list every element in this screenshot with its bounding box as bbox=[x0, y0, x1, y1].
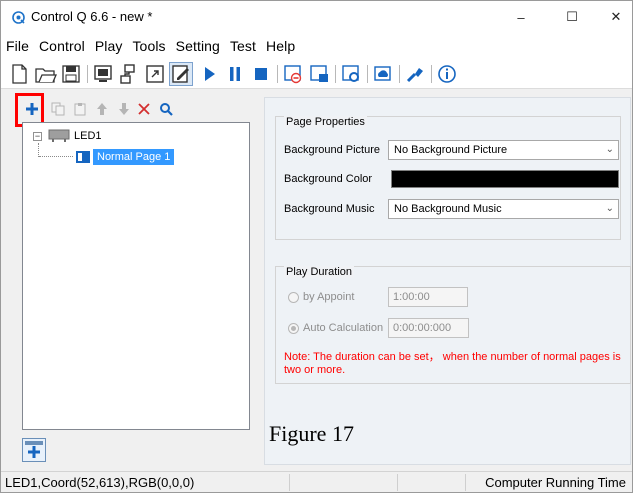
menu-control[interactable]: Control bbox=[39, 38, 85, 54]
auto-calculation-radio[interactable]: Auto Calculation bbox=[288, 318, 383, 338]
open-folder-icon[interactable] bbox=[33, 62, 57, 86]
window-title: Control Q 6.6 - new * bbox=[31, 9, 153, 24]
bg-music-select[interactable]: No Background Music ⌄ bbox=[388, 199, 619, 219]
menu-tools[interactable]: Tools bbox=[132, 38, 165, 54]
toolbar-separator bbox=[367, 65, 368, 83]
status-bar: LED1,Coord(52,613),RGB(0,0,0) Computer R… bbox=[1, 471, 632, 492]
tree-connector bbox=[38, 143, 39, 157]
app-logo-icon bbox=[12, 11, 25, 24]
sync-program-icon[interactable] bbox=[307, 62, 331, 86]
new-file-icon[interactable] bbox=[7, 62, 31, 86]
page-properties-group: Page Properties Background Picture No Ba… bbox=[275, 116, 621, 240]
broom-icon[interactable] bbox=[403, 62, 427, 86]
search-icon[interactable] bbox=[157, 100, 175, 118]
select-value: No Background Music bbox=[394, 203, 502, 215]
network-icon[interactable] bbox=[117, 62, 141, 86]
main-toolbar bbox=[1, 59, 632, 89]
menu-help[interactable]: Help bbox=[266, 38, 295, 54]
paste-icon[interactable] bbox=[71, 100, 89, 118]
tree-item-normal-page[interactable]: Normal Page 1 bbox=[75, 148, 175, 166]
toolbar-separator bbox=[399, 65, 400, 83]
move-up-icon[interactable] bbox=[93, 100, 111, 118]
properties-panel: Page Properties Background Picture No Ba… bbox=[264, 97, 631, 465]
by-appoint-radio[interactable]: by Appoint bbox=[288, 287, 354, 307]
fullscreen-icon[interactable] bbox=[143, 62, 167, 86]
status-coordinates: LED1,Coord(52,613),RGB(0,0,0) bbox=[5, 475, 195, 490]
info-icon[interactable] bbox=[435, 62, 459, 86]
move-down-icon[interactable] bbox=[115, 100, 133, 118]
title-bar: Control Q 6.6 - new * – ☐ ✕ bbox=[1, 1, 632, 33]
minimize-button[interactable]: – bbox=[501, 5, 541, 29]
bg-color-swatch[interactable] bbox=[391, 170, 619, 188]
toolbar-separator bbox=[277, 65, 278, 83]
copy-icon[interactable] bbox=[49, 100, 67, 118]
chevron-down-icon: ⌄ bbox=[605, 203, 614, 214]
close-button[interactable]: ✕ bbox=[600, 5, 632, 29]
delete-icon[interactable] bbox=[135, 100, 153, 118]
page-toolbar bbox=[15, 97, 245, 121]
duration-note: Note: The duration can be set， when the … bbox=[284, 351, 621, 376]
add-page-button[interactable] bbox=[22, 438, 46, 462]
select-value: No Background Picture bbox=[394, 144, 508, 156]
toolbar-separator bbox=[87, 65, 88, 83]
status-divider bbox=[465, 474, 466, 491]
bg-music-row: Background Music bbox=[284, 198, 396, 220]
menu-play[interactable]: Play bbox=[95, 38, 123, 54]
play-icon[interactable] bbox=[197, 62, 221, 86]
pause-icon[interactable] bbox=[223, 62, 247, 86]
bg-picture-row: Background Picture bbox=[284, 139, 396, 161]
app-window: Control Q 6.6 - new * – ☐ ✕ File Control… bbox=[0, 0, 633, 493]
figure-caption: Figure 17 bbox=[269, 421, 354, 446]
page-icon bbox=[75, 150, 91, 164]
toolbar-separator bbox=[335, 65, 336, 83]
group-title: Page Properties bbox=[284, 116, 367, 128]
field-label: Background Picture bbox=[284, 144, 380, 156]
tree-item-led1[interactable]: − LED1 bbox=[33, 128, 102, 144]
cloud-icon[interactable] bbox=[371, 62, 395, 86]
radio-button[interactable] bbox=[288, 291, 299, 303]
field-label: Background Music bbox=[284, 203, 375, 215]
tree-connector bbox=[39, 156, 73, 157]
radio-label: by Appoint bbox=[303, 291, 355, 303]
menu-setting[interactable]: Setting bbox=[176, 38, 220, 54]
menu-test[interactable]: Test bbox=[230, 38, 256, 54]
menu-file[interactable]: File bbox=[6, 38, 29, 54]
edit-icon[interactable] bbox=[169, 62, 193, 86]
chevron-down-icon: ⌄ bbox=[605, 144, 614, 155]
bg-picture-select[interactable]: No Background Picture ⌄ bbox=[388, 140, 619, 160]
play-duration-group: Play Duration by Appoint 1:00:00 Auto Ca… bbox=[275, 266, 631, 384]
auto-duration-input[interactable]: 0:00:00:000 bbox=[388, 318, 469, 338]
status-divider bbox=[289, 474, 290, 491]
settings-program-icon[interactable] bbox=[339, 62, 363, 86]
maximize-button[interactable]: ☐ bbox=[552, 5, 592, 29]
save-icon[interactable] bbox=[59, 62, 83, 86]
screen-icon[interactable] bbox=[91, 62, 115, 86]
radio-button[interactable] bbox=[288, 322, 299, 334]
status-running-time: Computer Running Time bbox=[485, 475, 626, 490]
appoint-duration-input[interactable]: 1:00:00 bbox=[388, 287, 468, 307]
group-title: Play Duration bbox=[284, 266, 355, 278]
delete-program-icon[interactable] bbox=[281, 62, 305, 86]
stop-icon[interactable] bbox=[249, 62, 273, 86]
status-divider bbox=[397, 474, 398, 491]
radio-label: Auto Calculation bbox=[303, 322, 384, 334]
bg-color-row: Background Color bbox=[284, 168, 396, 190]
tree-collapse-toggle[interactable]: − bbox=[33, 131, 42, 141]
led-display-icon bbox=[48, 129, 70, 143]
field-label: Background Color bbox=[284, 173, 373, 185]
toolbar-separator bbox=[431, 65, 432, 83]
tree-item-label: LED1 bbox=[74, 130, 102, 142]
tree-item-label: Normal Page 1 bbox=[93, 149, 175, 165]
menu-bar: File Control Play Tools Setting Test Hel… bbox=[1, 33, 632, 59]
page-tree[interactable]: − LED1 Normal Page 1 bbox=[22, 122, 250, 430]
